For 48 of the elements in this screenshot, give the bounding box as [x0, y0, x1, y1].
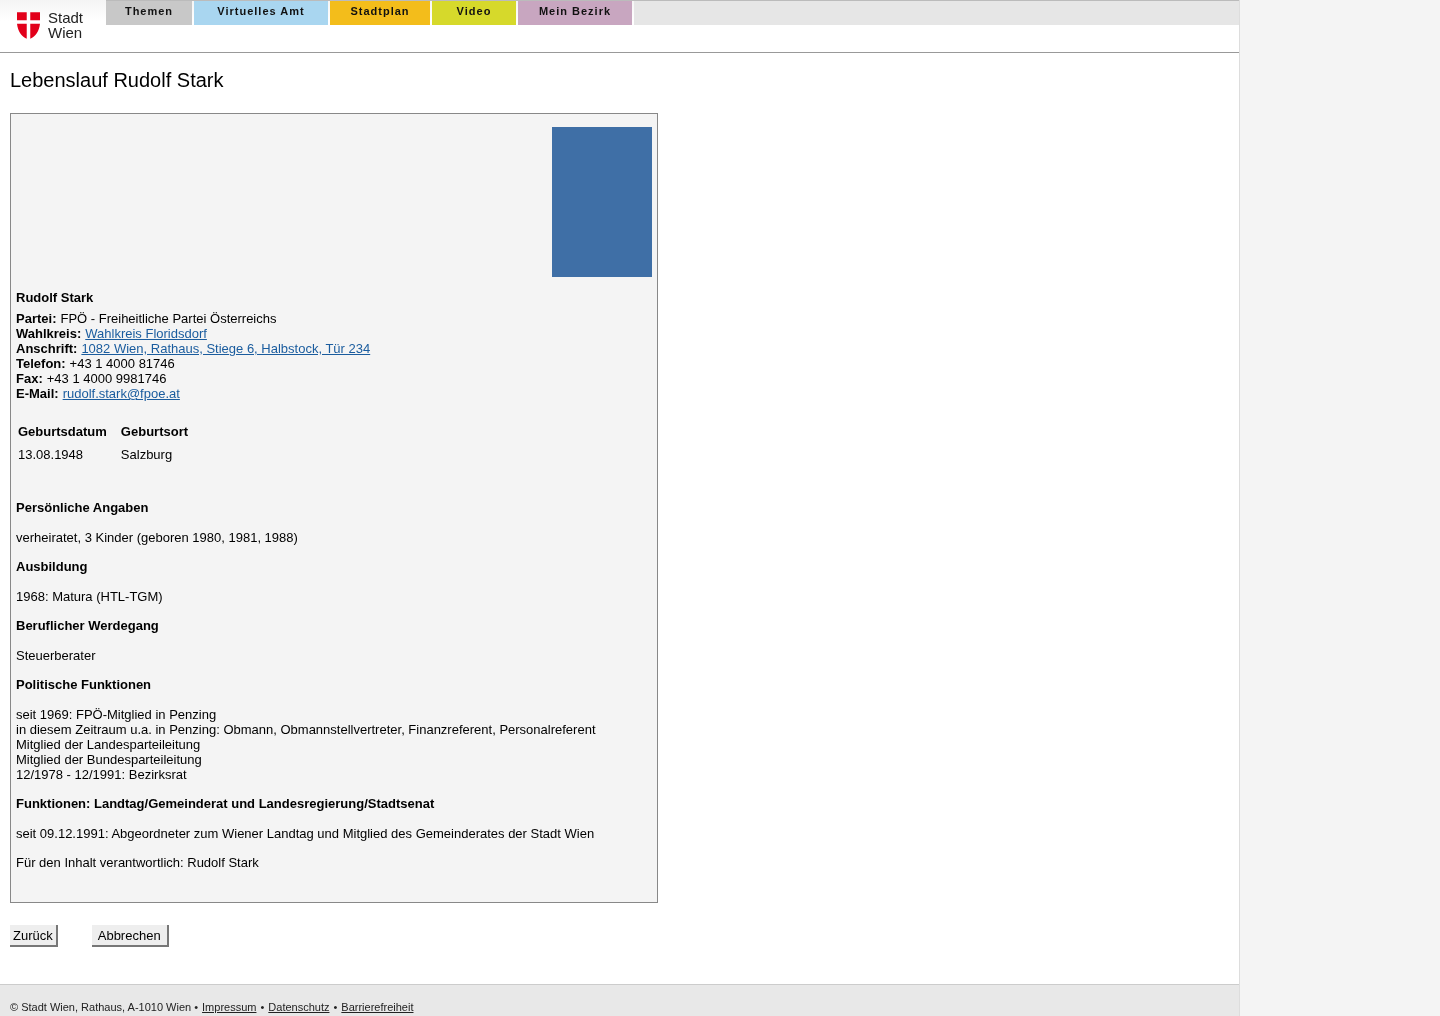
section-heading: Ausbildung: [16, 559, 89, 574]
detail-link[interactable]: rudolf.stark@fpoe.at: [62, 386, 180, 401]
field-label: E-Mail:: [16, 386, 59, 401]
section-heading: Funktionen: Landtag/Gemeinderat und Landesregierung/Stadtsenat: [16, 796, 436, 811]
footer-link[interactable]: Impressum: [202, 1001, 257, 1016]
text-line: in diesem Zeitraum u.a. in Penzing: Obmann, Obmannstellvertreter, Finanzreferent, Personalreferent: [16, 722, 597, 737]
table-cell-text: 13.08.1948: [18, 446, 85, 464]
section-heading: Politische Funktionen: [16, 677, 153, 692]
page-title: Lebenslauf Rudolf Stark: [10, 69, 225, 92]
field-value: FPÖ - Freiheitliche Partei Österreichs: [60, 311, 277, 326]
field-label: Telefon:: [16, 356, 66, 371]
field-value: +43 1 4000 9981746: [46, 371, 167, 386]
footer-link[interactable]: Datenschutz: [268, 1001, 330, 1016]
form-button[interactable]: Zurück: [10, 925, 58, 947]
text-line: Steuerberater: [16, 648, 97, 663]
nav-tab[interactable]: Themen: [106, 1, 192, 25]
text-line: seit 1969: FPÖ-Mitglied in Penzing: [16, 707, 218, 722]
logo-text[interactable]: Stadt Wien: [48, 10, 84, 40]
footer-link[interactable]: Barrierefreiheit: [341, 1001, 414, 1016]
footer-text: •: [260, 1001, 265, 1015]
field-value: +43 1 4000 81746: [69, 356, 175, 371]
section-heading: Beruflicher Werdegang: [16, 618, 160, 633]
person-name: Rudolf Stark: [16, 290, 95, 305]
detail-link[interactable]: Wahlkreis Floridsdorf: [85, 326, 207, 341]
text-line: 12/1978 - 12/1991: Bezirksrat: [16, 767, 188, 782]
text-line: verheiratet, 3 Kinder (geboren 1980, 1981, 1988): [16, 530, 299, 545]
field-label: Anschrift:: [16, 341, 78, 356]
nav-tab[interactable]: Mein Bezirk: [518, 1, 632, 25]
text-line: Mitglied der Landesparteileitung: [16, 737, 202, 752]
field-label: Wahlkreis:: [16, 326, 82, 341]
text-line: 1968: Matura (HTL-TGM): [16, 589, 164, 604]
column-header: Geburtsdatum: [18, 423, 108, 441]
shield-logo-icon[interactable]: [17, 12, 40, 39]
footer-text: © Stadt Wien, Rathaus, A-1010 Wien •: [10, 1001, 199, 1015]
responsible-note: Für den Inhalt verantwortlich: Rudolf Stark: [16, 855, 260, 870]
table-cell-text: Salzburg: [120, 446, 174, 464]
text-line: seit 09.12.1991: Abgeordneter zum Wiener Landtag und Mitglied des Gemeinderates der Stadt Wien: [16, 826, 596, 841]
form-button[interactable]: Abbrechen: [91, 925, 169, 947]
nav-tab[interactable]: Stadtplan: [330, 1, 430, 25]
detail-link[interactable]: 1082 Wien, Rathaus, Stiege 6, Halbstock, Tür 234: [81, 341, 371, 356]
footer-text: •: [333, 1001, 338, 1015]
nav-tab[interactable]: Virtuelles Amt: [194, 1, 328, 25]
text-line: Mitglied der Bundesparteileitung: [16, 752, 203, 767]
column-header: Geburtsort: [120, 423, 189, 441]
field-label: Fax:: [16, 371, 43, 386]
field-label: Partei:: [16, 311, 57, 326]
section-heading: Persönliche Angaben: [16, 500, 150, 515]
nav-tab[interactable]: Video: [432, 1, 516, 25]
